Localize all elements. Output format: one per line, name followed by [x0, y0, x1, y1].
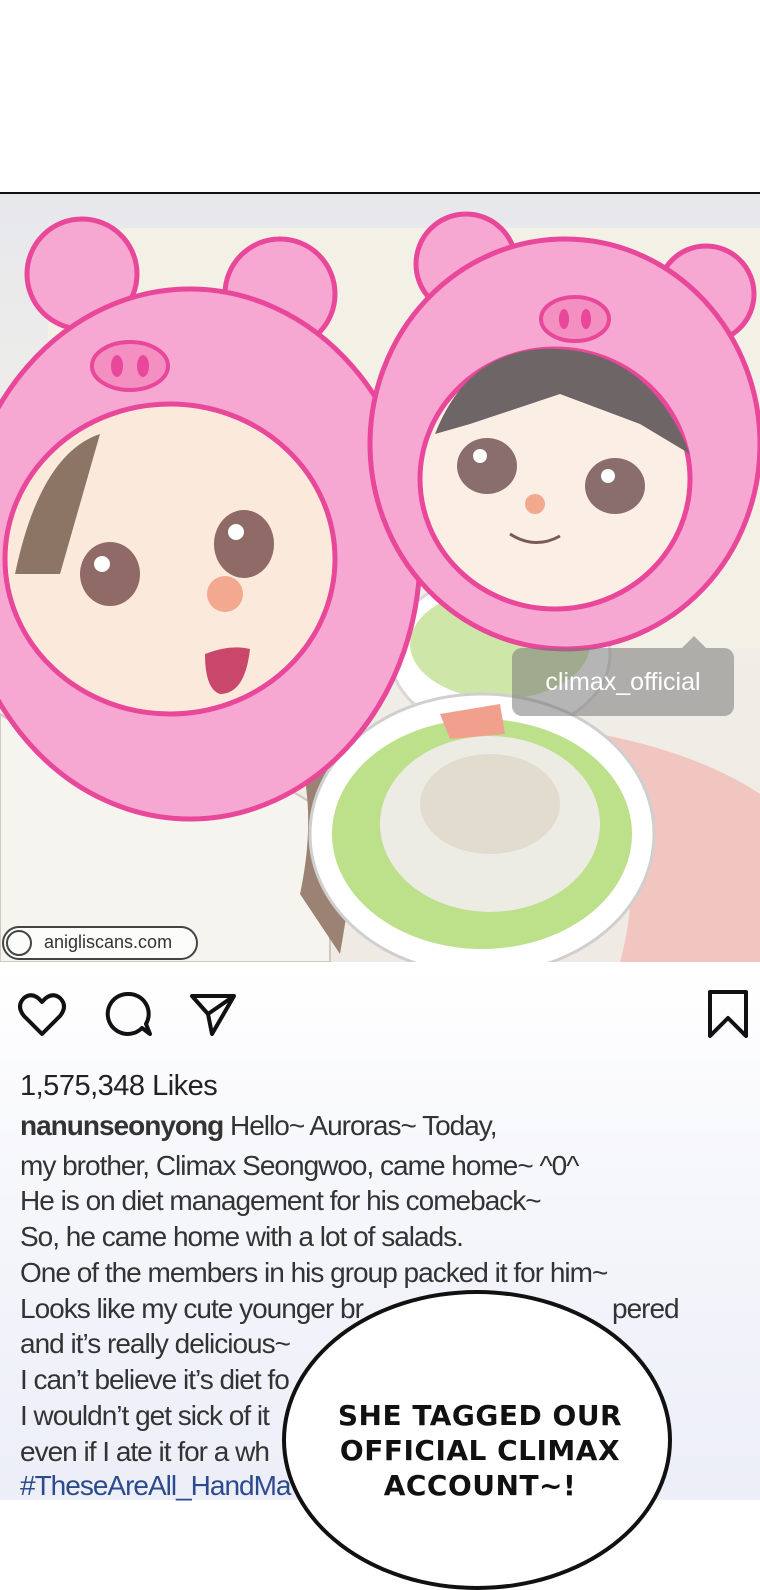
watermark-text: anigliscans.com [44, 932, 173, 952]
caption-line: even if I ate it for a wh [20, 1436, 270, 1467]
user-tag-label: climax_official [545, 668, 701, 696]
caption-text: Hello~ Auroras~ Today, [230, 1110, 497, 1141]
speech-bubble-icon[interactable] [102, 988, 154, 1040]
watermark: anigliscans.com [2, 926, 198, 960]
caption-line: nanunseonyong Hello~ Auroras~ Today, [20, 1110, 498, 1142]
caption-line: One of the members in his group packed i… [20, 1257, 608, 1288]
caption-line: Looks like my cute younger br [20, 1293, 364, 1324]
hashtag-link[interactable]: #TheseAreAll_HandMa [20, 1470, 291, 1502]
user-tag[interactable]: climax_official [512, 636, 734, 716]
heart-icon[interactable] [16, 988, 68, 1040]
likes-count[interactable]: 1,575,348 Likes [20, 1070, 218, 1103]
caption-line-fragment: pered [612, 1293, 680, 1324]
action-bar [0, 988, 760, 1044]
caption-line: He is on diet management for his comebac… [20, 1185, 542, 1216]
illustration [0, 211, 760, 962]
watermark-logo [6, 930, 32, 956]
caption-line: I wouldn’t get sick of it [20, 1400, 270, 1431]
caption-line: and it’s really delicious~ [20, 1328, 291, 1359]
paper-plane-icon[interactable] [186, 988, 238, 1040]
post-username[interactable]: nanunseonyong [20, 1110, 224, 1141]
speech-bubble-text: SHE TAGGED OUR OFFICIAL CLIMAX ACCOUNT~! [337, 1399, 623, 1502]
bookmark-icon[interactable] [702, 988, 754, 1040]
caption-line: I can’t believe it’s diet fo [20, 1364, 290, 1395]
caption-line: So, he came home with a lot of salads. [20, 1221, 464, 1252]
caption-line: my brother, Climax Seongwoo, came home~ … [20, 1150, 579, 1181]
post-photo[interactable]: climax_official [0, 194, 760, 962]
